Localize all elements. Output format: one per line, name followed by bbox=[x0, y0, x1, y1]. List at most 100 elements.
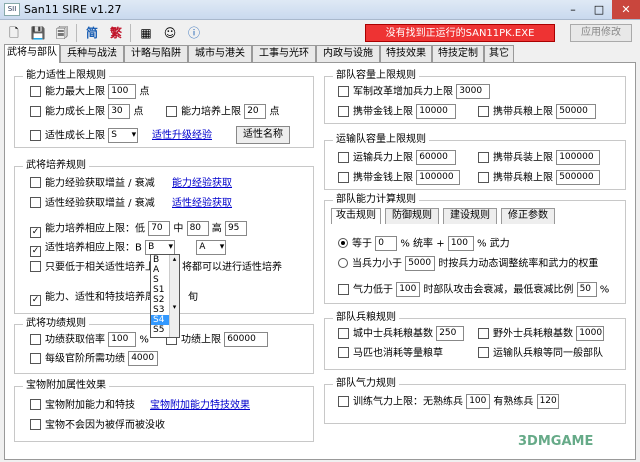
ability-exp-link[interactable]: 能力经验获取 bbox=[172, 178, 232, 189]
reform-checkbox[interactable] bbox=[338, 85, 349, 97]
subtab-modifiers[interactable]: 修正参数 bbox=[501, 208, 555, 224]
below-limit-checkbox[interactable] bbox=[30, 261, 41, 272]
merit-rate-checkbox[interactable] bbox=[30, 333, 41, 345]
field-food-input[interactable]: 1000 bbox=[576, 326, 605, 341]
tab-other[interactable]: 其它 bbox=[484, 45, 514, 62]
calculator-icon[interactable]: ▦ bbox=[136, 23, 156, 43]
city-food-input[interactable]: 250 bbox=[436, 326, 465, 341]
transport-troops-input[interactable]: 60000 bbox=[416, 150, 457, 165]
info-icon[interactable]: ⓘ bbox=[184, 23, 204, 43]
aptitude-b-select[interactable]: B bbox=[145, 240, 176, 255]
min-decay-input[interactable]: 50 bbox=[576, 282, 597, 297]
subtab-build[interactable]: 建设规则 bbox=[443, 208, 497, 224]
equal-radio[interactable] bbox=[338, 237, 348, 248]
aptitude-cap-select[interactable]: S bbox=[108, 128, 139, 143]
calc-subtabs: 攻击规则 防御规则 建设规则 修正参数 bbox=[331, 208, 599, 224]
tab-generals-units[interactable]: 武将与部队 bbox=[4, 44, 60, 63]
dropdown-scrollbar[interactable]: ▴ ▾ bbox=[169, 255, 179, 337]
transport-food-same-checkbox[interactable] bbox=[478, 347, 489, 358]
label: 能力、适性和特技培养周 bbox=[45, 292, 155, 303]
troop-threshold-input[interactable]: 5000 bbox=[405, 256, 436, 271]
train-cap-input[interactable]: 20 bbox=[244, 104, 267, 119]
train-morale-checkbox[interactable] bbox=[338, 395, 349, 407]
simplified-chinese-button[interactable]: 简 bbox=[82, 23, 102, 43]
tab-skill-effects[interactable]: 特技效果 bbox=[380, 45, 432, 62]
tab-stratagems-traps[interactable]: 计略与陷阱 bbox=[124, 45, 188, 62]
transport-food-input[interactable]: 500000 bbox=[556, 170, 601, 185]
merit-cap-input[interactable]: 60000 bbox=[224, 332, 269, 347]
no-drill-morale-input[interactable]: 100 bbox=[466, 394, 491, 409]
morale-attack-checkbox[interactable] bbox=[338, 283, 349, 295]
aptitude-names-button[interactable]: 适性名称 bbox=[236, 126, 290, 144]
merit-per-rank-input[interactable]: 4000 bbox=[128, 351, 159, 366]
treasure-effect-link[interactable]: 宝物附加能力特技效果 bbox=[150, 400, 250, 411]
food-cap-input[interactable]: 50000 bbox=[556, 104, 597, 119]
aptitude-exp-gain-link[interactable]: 适性经验获取 bbox=[172, 198, 232, 209]
transport-food-checkbox[interactable] bbox=[478, 171, 489, 183]
food-cap-checkbox[interactable] bbox=[478, 105, 489, 117]
tab-cities-ports[interactable]: 城市与港关 bbox=[188, 45, 252, 62]
tab-structures-auras[interactable]: 工事与光环 bbox=[252, 45, 316, 62]
minimize-button[interactable]: – bbox=[560, 0, 586, 19]
treasure-keep-checkbox[interactable] bbox=[30, 419, 41, 430]
low-input[interactable]: 70 bbox=[148, 221, 171, 236]
aptitude-exp-checkbox[interactable] bbox=[30, 197, 41, 208]
group-title: 部队容量上限规则 bbox=[333, 70, 419, 82]
growth-cap-input[interactable]: 30 bbox=[108, 104, 131, 119]
leadership-pct-input[interactable]: 0 bbox=[375, 236, 398, 251]
morale-threshold-input[interactable]: 100 bbox=[396, 282, 421, 297]
transport-weapons-input[interactable]: 100000 bbox=[556, 150, 601, 165]
save-icon[interactable]: 💾 bbox=[28, 23, 48, 43]
reform-input[interactable]: 3000 bbox=[456, 84, 491, 99]
transport-weapons-checkbox[interactable] bbox=[478, 151, 489, 163]
aptitude-train-limit-checkbox[interactable]: ✓ bbox=[30, 245, 41, 257]
ability-train-limit-checkbox[interactable]: ✓ bbox=[30, 226, 41, 238]
tab-domestic-facilities[interactable]: 内政与设施 bbox=[316, 45, 380, 62]
merit-per-rank-checkbox[interactable] bbox=[30, 352, 41, 364]
transport-gold-checkbox[interactable] bbox=[338, 171, 349, 183]
tab-skill-custom[interactable]: 特技定制 bbox=[432, 45, 484, 62]
label: 时部队攻击会衰减，最低衰减比例 bbox=[423, 284, 574, 296]
max-ability-input[interactable]: 100 bbox=[108, 84, 137, 99]
portrait-icon[interactable]: ☺ bbox=[160, 23, 180, 43]
label: 能力培养上限 bbox=[181, 106, 241, 118]
high-input[interactable]: 95 bbox=[224, 221, 247, 236]
label: 能力培养相应上限：低 bbox=[45, 223, 145, 235]
treasure-bonus-checkbox[interactable] bbox=[30, 399, 41, 410]
aptitude-dropdown-list[interactable]: B A S S1 S2 S3 S4 S5 ▴ ▾ bbox=[150, 254, 180, 338]
traditional-chinese-button[interactable]: 繁 bbox=[106, 23, 126, 43]
new-file-icon[interactable]: 🗋 bbox=[4, 23, 24, 43]
ability-exp-checkbox[interactable] bbox=[30, 177, 41, 188]
merit-rate-input[interactable]: 100 bbox=[108, 332, 137, 347]
label: 携带兵粮上限 bbox=[493, 106, 553, 118]
transport-gold-input[interactable]: 100000 bbox=[416, 170, 461, 185]
horse-food-checkbox[interactable] bbox=[338, 347, 349, 358]
maximize-button[interactable]: □ bbox=[586, 0, 612, 19]
train-period-checkbox[interactable]: ✓ bbox=[30, 295, 41, 306]
aptitude-a-select[interactable]: A bbox=[196, 240, 227, 255]
label: 有熟练兵 bbox=[493, 396, 534, 408]
war-pct-input[interactable]: 100 bbox=[447, 236, 474, 251]
aptitude-exp-link[interactable]: 适性升级经验 bbox=[152, 130, 212, 141]
train-cap-checkbox[interactable] bbox=[166, 105, 177, 117]
field-food-checkbox[interactable] bbox=[478, 327, 489, 339]
drill-morale-input[interactable]: 120 bbox=[536, 394, 559, 409]
transport-troops-checkbox[interactable] bbox=[338, 151, 349, 163]
max-ability-checkbox[interactable] bbox=[30, 85, 41, 97]
label: 适性经验获取增益 / 衰减 bbox=[45, 198, 155, 209]
apply-button[interactable]: 应用修改 bbox=[570, 24, 632, 42]
tab-troops-tactics[interactable]: 兵种与战法 bbox=[60, 45, 124, 62]
subtab-defense[interactable]: 防御规则 bbox=[385, 208, 439, 224]
group-title: 运输队容量上限规则 bbox=[333, 134, 429, 146]
subtab-attack[interactable]: 攻击规则 bbox=[331, 208, 381, 224]
save-as-icon[interactable]: 🗐 bbox=[52, 23, 72, 43]
label: 携带金钱上限 bbox=[353, 172, 413, 184]
city-food-checkbox[interactable] bbox=[338, 327, 349, 339]
gold-cap-checkbox[interactable] bbox=[338, 105, 349, 117]
troop-below-radio[interactable] bbox=[338, 257, 348, 268]
gold-cap-input[interactable]: 10000 bbox=[416, 104, 457, 119]
growth-cap-checkbox[interactable] bbox=[30, 105, 41, 117]
aptitude-cap-checkbox[interactable] bbox=[30, 129, 41, 141]
mid-input[interactable]: 80 bbox=[186, 221, 209, 236]
close-button[interactable]: ✕ bbox=[612, 0, 640, 19]
